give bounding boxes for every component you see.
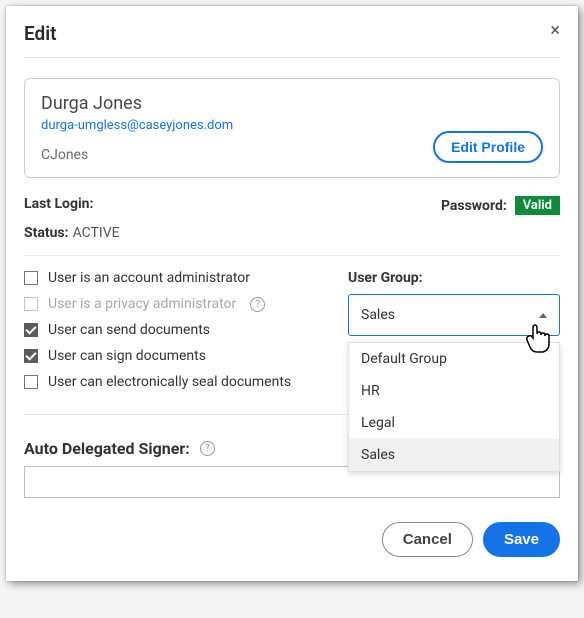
perm-can-sign-row: User can sign documents	[24, 348, 328, 364]
divider	[24, 255, 560, 256]
close-icon[interactable]: ×	[550, 22, 560, 40]
user-group-dropdown: Default Group HR Legal Sales	[348, 342, 560, 472]
status-label: Status:	[24, 225, 69, 241]
password-status-badge: Valid	[515, 196, 560, 215]
last-login-label: Last Login:	[24, 196, 93, 212]
perm-account-admin-label: User is an account administrator	[48, 270, 250, 286]
permissions-list: User is an account administrator User is…	[24, 270, 328, 400]
save-button[interactable]: Save	[483, 522, 560, 557]
dialog-header: Edit ×	[24, 22, 560, 58]
cancel-button[interactable]: Cancel	[382, 522, 473, 557]
dialog-footer: Cancel Save	[24, 522, 560, 557]
help-icon[interactable]: ?	[200, 441, 215, 456]
permissions-section: User is an account administrator User is…	[24, 270, 560, 400]
dropdown-item-hr[interactable]: HR	[349, 375, 559, 407]
checkbox-can-sign[interactable]	[24, 349, 38, 363]
login-row: Last Login: Password: Valid	[24, 196, 560, 215]
perm-can-seal-row: User can electronically seal documents	[24, 374, 328, 390]
chevron-up-icon	[539, 313, 547, 318]
perm-can-sign-label: User can sign documents	[48, 348, 206, 364]
auto-delegate-label: Auto Delegated Signer:	[24, 439, 190, 458]
user-group-select[interactable]: Sales	[348, 294, 560, 336]
edit-profile-button[interactable]: Edit Profile	[433, 131, 543, 163]
status-value: ACTIVE	[73, 225, 120, 241]
help-icon[interactable]: ?	[250, 297, 265, 312]
checkbox-privacy-admin	[24, 297, 38, 311]
user-group-label: User Group:	[348, 270, 560, 286]
checkbox-can-send[interactable]	[24, 323, 38, 337]
perm-account-admin-row: User is an account administrator	[24, 270, 328, 286]
perm-privacy-admin-label: User is a privacy administrator	[48, 296, 236, 312]
perm-privacy-admin-row: User is a privacy administrator ?	[24, 296, 328, 312]
dialog-title: Edit	[24, 22, 57, 45]
perm-can-send-row: User can send documents	[24, 322, 328, 338]
status-row: Status: ACTIVE	[24, 225, 560, 241]
edit-dialog: Edit × Durga Jones durga-umgless@caseyjo…	[6, 6, 578, 581]
perm-can-send-label: User can send documents	[48, 322, 210, 338]
user-group-selected: Sales	[361, 307, 395, 323]
dropdown-item-default[interactable]: Default Group	[349, 343, 559, 375]
checkbox-account-admin[interactable]	[24, 271, 38, 285]
password-label: Password:	[441, 198, 507, 214]
dropdown-item-sales[interactable]: Sales	[349, 439, 559, 471]
perm-can-seal-label: User can electronically seal documents	[48, 374, 291, 390]
dropdown-item-legal[interactable]: Legal	[349, 407, 559, 439]
profile-card: Durga Jones durga-umgless@caseyjones.dom…	[24, 78, 560, 178]
checkbox-can-seal[interactable]	[24, 375, 38, 389]
user-group-panel: User Group: Sales Default Group HR Legal…	[348, 270, 560, 400]
profile-name: Durga Jones	[41, 93, 543, 114]
